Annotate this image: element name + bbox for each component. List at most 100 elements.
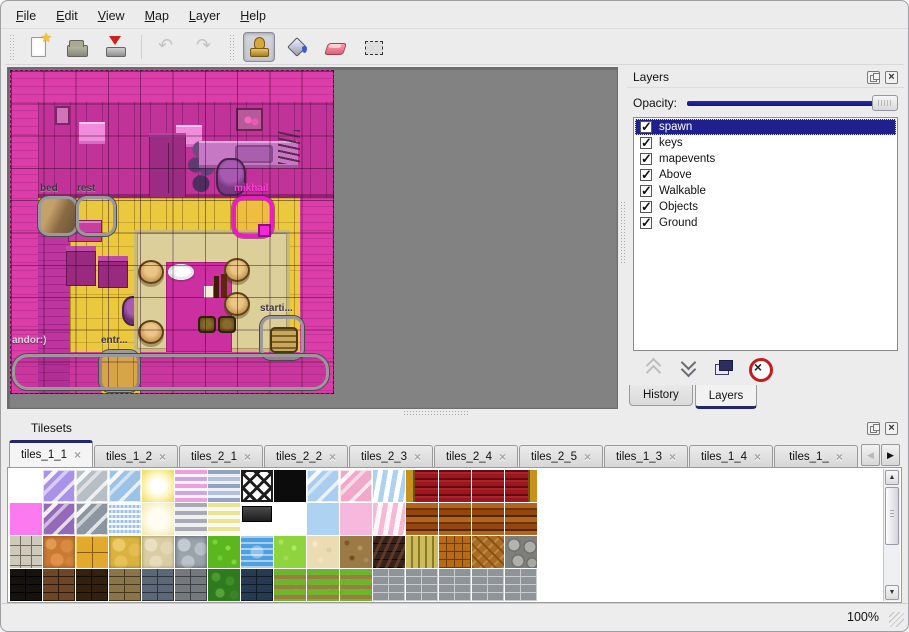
select-tool-button[interactable]	[357, 32, 389, 62]
tile-carpet-red[interactable]	[472, 470, 504, 502]
tile-brick-bluegray[interactable]	[142, 569, 174, 601]
close-panel-icon[interactable]	[885, 422, 898, 435]
tile-bamboo[interactable]	[406, 536, 438, 568]
duplicate-layer-button[interactable]	[710, 355, 736, 379]
tile-water-blue[interactable]	[241, 536, 273, 568]
tile-stripes-yellow[interactable]	[208, 503, 240, 535]
tile-brick-lightgray[interactable]	[472, 569, 504, 601]
map-canvas[interactable]: bed rest mikhail andor:) entr... starti.…	[10, 70, 334, 394]
tile-lattice[interactable]	[241, 470, 273, 502]
tile-glass-gray[interactable]	[76, 470, 108, 502]
tile-carpet-red[interactable]	[439, 470, 471, 502]
tile-grass-rows[interactable]	[340, 569, 372, 601]
tile-pink-pale[interactable]	[340, 503, 372, 535]
tile-brick-lightgray[interactable]	[505, 569, 537, 601]
map-object-bed[interactable]	[38, 196, 78, 236]
opacity-slider-handle[interactable]	[872, 95, 898, 111]
tile-grass-rows[interactable]	[274, 569, 306, 601]
menu-help[interactable]: Help	[231, 6, 275, 26]
fill-tool-button[interactable]	[281, 32, 313, 62]
tile-glass-purple-dark[interactable]	[43, 503, 75, 535]
tile-brick-black[interactable]	[10, 569, 42, 601]
tab-close-icon[interactable]: ×	[244, 450, 251, 464]
tab-close-icon[interactable]: ×	[499, 450, 506, 464]
layer-row-Above[interactable]: Above	[635, 167, 896, 183]
save-map-button[interactable]	[99, 32, 131, 62]
tile-sand[interactable]	[307, 536, 339, 568]
tile-brick-lightgray[interactable]	[439, 569, 471, 601]
tileset-tab-tiles_1_[interactable]: tiles_1_×	[774, 445, 858, 467]
tileset-tab-tiles_2_3[interactable]: tiles_2_3×	[349, 445, 433, 467]
tile-glass-purple[interactable]	[43, 470, 75, 502]
tab-close-icon[interactable]: ×	[669, 450, 676, 464]
tile-white[interactable]	[274, 503, 306, 535]
layer-row-Walkable[interactable]: Walkable	[635, 183, 896, 199]
tile-glass-pink[interactable]	[340, 470, 372, 502]
tile-black[interactable]	[274, 470, 306, 502]
tab-close-icon[interactable]: ×	[754, 450, 761, 464]
layer-visibility-checkbox[interactable]	[640, 169, 652, 181]
scroll-tabs-right-button[interactable]: ▶	[881, 444, 900, 466]
tile-planks-brown[interactable]	[439, 503, 471, 535]
tile-stripes-gray[interactable]	[175, 503, 207, 535]
map-viewport[interactable]: bed rest mikhail andor:) entr... starti.…	[7, 67, 618, 409]
menu-layer[interactable]: Layer	[180, 6, 229, 26]
tile-stone-gold[interactable]	[109, 536, 141, 568]
tab-close-icon[interactable]: ×	[414, 450, 421, 464]
tile-curtain-pink[interactable]	[373, 503, 405, 535]
layer-visibility-checkbox[interactable]	[640, 121, 652, 133]
tab-close-icon[interactable]: ×	[836, 450, 843, 464]
lower-layer-button[interactable]	[675, 355, 701, 379]
tab-close-icon[interactable]: ×	[329, 450, 336, 464]
menu-edit[interactable]: Edit	[47, 6, 87, 26]
layer-row-mapevents[interactable]: mapevents	[635, 151, 896, 167]
tileset-tab-tiles_2_4[interactable]: tiles_2_4×	[434, 445, 518, 467]
tile-blue-pale[interactable]	[307, 503, 339, 535]
opacity-slider[interactable]	[687, 94, 898, 112]
tile-dirt[interactable]	[340, 536, 372, 568]
tab-close-icon[interactable]: ×	[74, 448, 81, 462]
tile-brick-brown[interactable]	[43, 569, 75, 601]
toolbar-drag-handle-2[interactable]	[229, 34, 236, 60]
tileset-tab-tiles_2_1[interactable]: tiles_2_1×	[179, 445, 263, 467]
layer-visibility-checkbox[interactable]	[640, 201, 652, 213]
tile-shingles-dark[interactable]	[373, 536, 405, 568]
menu-file[interactable]: File	[7, 6, 45, 26]
tile-hedge[interactable]	[208, 569, 240, 601]
tile-weave[interactable]	[439, 536, 471, 568]
float-panel-icon[interactable]	[867, 71, 880, 84]
scrollbar-thumb[interactable]	[885, 487, 899, 545]
tileset-tab-tiles_2_2[interactable]: tiles_2_2×	[264, 445, 348, 467]
layer-visibility-checkbox[interactable]	[640, 137, 652, 149]
layer-visibility-checkbox[interactable]	[640, 153, 652, 165]
tile-cobble-gray[interactable]	[175, 536, 207, 568]
tile-planks-brown[interactable]	[472, 503, 504, 535]
tile-water-shimmer[interactable]	[109, 503, 141, 535]
window-resize-grip[interactable]	[889, 612, 904, 627]
horizontal-splitter-handle[interactable]	[403, 410, 469, 416]
tile-grass-light[interactable]	[274, 536, 306, 568]
dock-tab-history[interactable]: History	[629, 385, 693, 406]
layer-visibility-checkbox[interactable]	[640, 185, 652, 197]
tile-brick-darkest[interactable]	[76, 569, 108, 601]
tileset-tab-tiles_1_4[interactable]: tiles_1_4×	[689, 445, 773, 467]
tile-grass-green[interactable]	[208, 536, 240, 568]
tile-tile-gold[interactable]	[76, 536, 108, 568]
tileset-tab-tiles_1_2[interactable]: tiles_1_2×	[94, 445, 178, 467]
toolbar-drag-handle[interactable]	[9, 34, 16, 60]
scroll-up-icon[interactable]: ▲	[885, 470, 899, 485]
tile-white[interactable]	[10, 470, 42, 502]
tile-stone-blocks[interactable]	[10, 536, 42, 568]
tile-brick-gray[interactable]	[175, 569, 207, 601]
tileset-tab-tiles_1_3[interactable]: tiles_1_3×	[604, 445, 688, 467]
tileset-scrollbar[interactable]: ▲ ▼	[883, 469, 900, 601]
tile-stripes-pink[interactable]	[175, 470, 207, 502]
tile-planks-brown[interactable]	[505, 503, 537, 535]
tile-brick-lightgray[interactable]	[406, 569, 438, 601]
tile-stripes-blue[interactable]	[208, 470, 240, 502]
open-map-button[interactable]	[61, 32, 93, 62]
map-object-rest[interactable]	[76, 196, 116, 236]
tile-grass-rows[interactable]	[307, 569, 339, 601]
map-object-andor[interactable]	[12, 354, 329, 390]
new-map-button[interactable]	[23, 32, 55, 62]
